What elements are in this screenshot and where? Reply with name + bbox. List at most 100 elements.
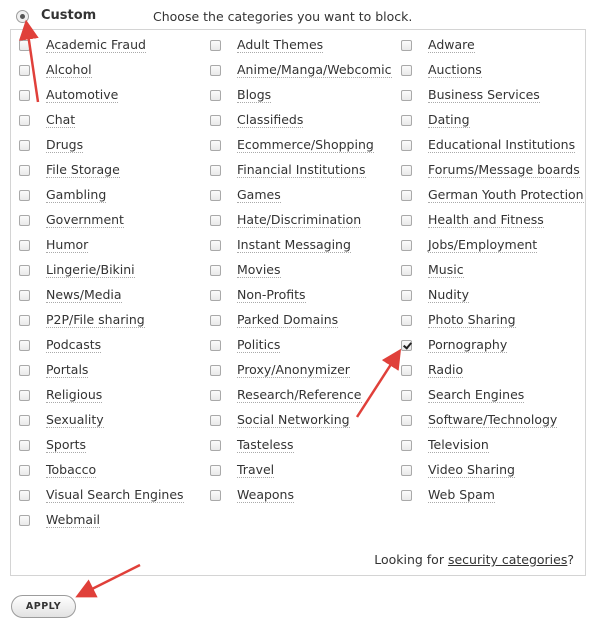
category-item[interactable]: Automotive bbox=[19, 85, 119, 105]
category-checkbox[interactable] bbox=[401, 389, 412, 401]
category-item[interactable]: P2P/File sharing bbox=[19, 310, 145, 330]
category-item[interactable]: Jobs/Employment bbox=[401, 235, 538, 255]
category-item[interactable]: File Storage bbox=[19, 160, 120, 180]
category-checkbox[interactable] bbox=[210, 64, 221, 76]
category-item[interactable]: Auctions bbox=[401, 60, 482, 80]
category-item[interactable]: Religious bbox=[19, 385, 103, 405]
category-checkbox[interactable] bbox=[210, 89, 221, 101]
category-checkbox[interactable] bbox=[19, 39, 30, 51]
category-checkbox[interactable] bbox=[19, 289, 30, 301]
category-checkbox[interactable] bbox=[401, 414, 412, 426]
category-item[interactable]: Parked Domains bbox=[210, 310, 339, 330]
category-item[interactable]: Adware bbox=[401, 35, 475, 55]
category-item[interactable]: Sexuality bbox=[19, 410, 104, 430]
category-checkbox[interactable] bbox=[401, 89, 412, 101]
category-checkbox[interactable] bbox=[210, 314, 221, 326]
category-item[interactable]: Games bbox=[210, 185, 281, 205]
category-checkbox[interactable] bbox=[210, 339, 221, 351]
category-item[interactable]: Travel bbox=[210, 460, 275, 480]
category-item[interactable]: Weapons bbox=[210, 485, 294, 505]
category-checkbox[interactable] bbox=[210, 389, 221, 401]
security-categories-link[interactable]: security categories bbox=[448, 552, 567, 567]
category-checkbox[interactable] bbox=[401, 439, 412, 451]
category-checkbox[interactable] bbox=[210, 139, 221, 151]
category-item[interactable]: Politics bbox=[210, 335, 281, 355]
category-checkbox[interactable] bbox=[401, 314, 412, 326]
category-checkbox[interactable] bbox=[210, 214, 221, 226]
category-item[interactable]: Nudity bbox=[401, 285, 469, 305]
category-item[interactable]: Television bbox=[401, 435, 489, 455]
category-checkbox[interactable] bbox=[210, 464, 221, 476]
category-item[interactable]: Academic Fraud bbox=[19, 35, 146, 55]
category-checkbox[interactable] bbox=[19, 414, 30, 426]
category-checkbox[interactable] bbox=[210, 414, 221, 426]
category-item[interactable]: Health and Fitness bbox=[401, 210, 544, 230]
category-checkbox[interactable] bbox=[19, 64, 30, 76]
category-checkbox[interactable] bbox=[19, 364, 30, 376]
category-item[interactable]: Photo Sharing bbox=[401, 310, 516, 330]
category-item[interactable]: Instant Messaging bbox=[210, 235, 351, 255]
category-item[interactable]: Chat bbox=[19, 110, 76, 130]
category-item[interactable]: Ecommerce/Shopping bbox=[210, 135, 374, 155]
category-checkbox[interactable] bbox=[210, 364, 221, 376]
category-item[interactable]: Government bbox=[19, 210, 124, 230]
category-checkbox[interactable] bbox=[401, 464, 412, 476]
category-item[interactable]: Web Spam bbox=[401, 485, 495, 505]
category-checkbox[interactable] bbox=[210, 114, 221, 126]
category-checkbox[interactable] bbox=[401, 239, 412, 251]
category-item[interactable]: Portals bbox=[19, 360, 89, 380]
custom-radio[interactable] bbox=[16, 10, 29, 23]
category-checkbox[interactable] bbox=[210, 239, 221, 251]
category-item[interactable]: Alcohol bbox=[19, 60, 92, 80]
category-item[interactable]: German Youth Protection bbox=[401, 185, 584, 205]
category-item[interactable]: Search Engines bbox=[401, 385, 525, 405]
category-item[interactable]: Research/Reference bbox=[210, 385, 362, 405]
category-checkbox[interactable] bbox=[401, 264, 412, 276]
category-checkbox[interactable] bbox=[19, 89, 30, 101]
category-checkbox[interactable] bbox=[401, 114, 412, 126]
category-checkbox[interactable] bbox=[401, 64, 412, 76]
category-checkbox[interactable] bbox=[210, 189, 221, 201]
category-checkbox[interactable] bbox=[19, 214, 30, 226]
category-checkbox[interactable] bbox=[19, 314, 30, 326]
category-item[interactable]: Tasteless bbox=[210, 435, 294, 455]
category-checkbox[interactable] bbox=[19, 264, 30, 276]
category-item[interactable]: Tobacco bbox=[19, 460, 97, 480]
category-item[interactable]: Software/Technology bbox=[401, 410, 558, 430]
category-item[interactable]: Music bbox=[401, 260, 464, 280]
category-item[interactable]: Social Networking bbox=[210, 410, 350, 430]
category-item[interactable]: Anime/Manga/Webcomic bbox=[210, 60, 392, 80]
category-checkbox[interactable] bbox=[210, 439, 221, 451]
category-item[interactable]: Drugs bbox=[19, 135, 84, 155]
category-item[interactable]: Classifieds bbox=[210, 110, 304, 130]
category-item[interactable]: Adult Themes bbox=[210, 35, 324, 55]
category-checkbox[interactable] bbox=[19, 114, 30, 126]
category-checkbox[interactable] bbox=[210, 39, 221, 51]
category-checkbox[interactable] bbox=[401, 139, 412, 151]
category-item[interactable]: Forums/Message boards bbox=[401, 160, 580, 180]
category-checkbox[interactable] bbox=[401, 164, 412, 176]
apply-button[interactable]: APPLY bbox=[11, 595, 76, 618]
category-checkbox[interactable] bbox=[401, 289, 412, 301]
category-item[interactable]: Blogs bbox=[210, 85, 272, 105]
category-item[interactable]: News/Media bbox=[19, 285, 122, 305]
category-item[interactable]: Podcasts bbox=[19, 335, 102, 355]
category-checkbox[interactable] bbox=[19, 139, 30, 151]
category-checkbox[interactable] bbox=[19, 464, 30, 476]
category-checkbox[interactable] bbox=[19, 439, 30, 451]
category-item[interactable]: Non-Profits bbox=[210, 285, 306, 305]
category-checkbox[interactable] bbox=[401, 214, 412, 226]
category-item[interactable]: Hate/Discrimination bbox=[210, 210, 362, 230]
category-checkbox[interactable] bbox=[19, 189, 30, 201]
category-checkbox[interactable] bbox=[19, 339, 30, 351]
category-checkbox[interactable] bbox=[19, 239, 30, 251]
category-checkbox[interactable] bbox=[401, 339, 412, 351]
category-item[interactable]: Gambling bbox=[19, 185, 107, 205]
category-checkbox[interactable] bbox=[210, 264, 221, 276]
category-checkbox[interactable] bbox=[19, 514, 30, 526]
category-item[interactable]: Sports bbox=[19, 435, 87, 455]
category-checkbox[interactable] bbox=[210, 164, 221, 176]
category-item[interactable]: Educational Institutions bbox=[401, 135, 576, 155]
category-item[interactable]: Video Sharing bbox=[401, 460, 515, 480]
category-checkbox[interactable] bbox=[19, 489, 30, 501]
